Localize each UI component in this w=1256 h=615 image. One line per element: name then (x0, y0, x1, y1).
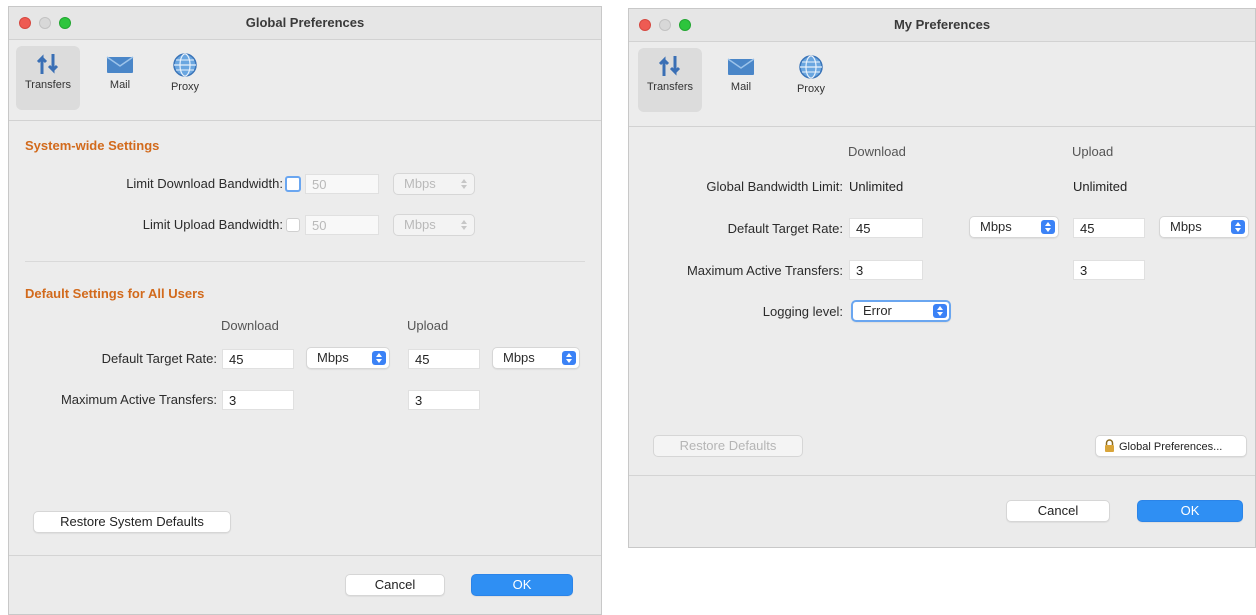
mail-icon (106, 56, 134, 73)
select-value: Mbps (404, 176, 436, 191)
max-transfers-upload-field[interactable]: 3 (1073, 260, 1145, 280)
mail-icon (727, 58, 755, 75)
default-target-rate-label: Default Target Rate: (727, 221, 843, 236)
select-value: Mbps (317, 350, 349, 365)
select-stepper-icon (372, 351, 386, 365)
download-column-header: Download (221, 318, 279, 333)
target-rate-upload-unit-select[interactable]: Mbps (492, 347, 580, 369)
select-stepper-icon (457, 218, 471, 232)
my-preferences-window: My Preferences Transfers Mail Proxy Down… (628, 8, 1256, 548)
preferences-toolbar: Transfers Mail Proxy (9, 40, 601, 116)
toolbar-tab-label: Proxy (170, 81, 200, 93)
system-wide-settings-heading: System-wide Settings (25, 138, 160, 153)
global-bandwidth-limit-label: Global Bandwidth Limit: (706, 179, 843, 194)
limit-upload-field[interactable]: 50 (305, 215, 379, 235)
target-rate-upload-field[interactable]: 45 (408, 349, 480, 369)
global-limit-download-value: Unlimited (849, 179, 904, 194)
default-target-rate-label: Default Target Rate: (101, 351, 217, 366)
toolbar-tab-proxy[interactable]: Proxy (153, 46, 217, 110)
download-column-header: Download (848, 144, 906, 159)
select-stepper-icon (562, 351, 576, 365)
toolbar-tab-label: Transfers (646, 81, 694, 93)
select-stepper-icon (457, 177, 471, 191)
dialog-button-bar: Cancel OK (629, 475, 1255, 547)
toolbar-tab-transfers[interactable]: Transfers (638, 48, 702, 112)
select-value: Mbps (980, 219, 1012, 234)
title-bar: Global Preferences (9, 7, 601, 40)
logging-level-select[interactable]: Error (851, 300, 951, 322)
max-active-transfers-label: Maximum Active Transfers: (60, 392, 217, 407)
select-value: Mbps (503, 350, 535, 365)
target-rate-upload-unit-select[interactable]: Mbps (1159, 216, 1249, 238)
select-value: Mbps (1170, 219, 1202, 234)
target-rate-download-field[interactable]: 45 (849, 218, 923, 238)
toolbar-divider (629, 126, 1255, 127)
upload-column-header: Upload (407, 318, 449, 333)
lock-icon (1105, 439, 1114, 452)
global-preferences-window: Global Preferences Transfers Mail Proxy … (8, 6, 602, 615)
logging-level-label: Logging level: (762, 304, 843, 319)
ok-button[interactable]: OK (471, 574, 573, 596)
global-preferences-label: Global Preferences... (1119, 441, 1223, 453)
preferences-toolbar: Transfers Mail Proxy (629, 42, 1255, 118)
limit-download-label: Limit Download Bandwidth: (126, 176, 283, 191)
limit-download-unit-select[interactable]: Mbps (393, 173, 475, 195)
select-value: Error (863, 303, 892, 318)
max-transfers-download-field[interactable]: 3 (849, 260, 923, 280)
cancel-button[interactable]: Cancel (1006, 500, 1110, 522)
default-settings-heading: Default Settings for All Users (25, 286, 205, 301)
toolbar-tab-mail[interactable]: Mail (709, 48, 773, 112)
window-title: Global Preferences (245, 15, 365, 30)
upload-column-header: Upload (1072, 144, 1114, 159)
target-rate-download-field[interactable]: 45 (222, 349, 294, 369)
window-title: My Preferences (893, 17, 991, 32)
limit-upload-unit-select[interactable]: Mbps (393, 214, 475, 236)
target-rate-download-unit-select[interactable]: Mbps (306, 347, 390, 369)
limit-download-checkbox[interactable] (285, 176, 301, 192)
section-divider (25, 261, 585, 262)
max-transfers-upload-field[interactable]: 3 (408, 390, 480, 410)
global-preferences-button[interactable]: Global Preferences... (1095, 435, 1247, 457)
select-value: Mbps (404, 217, 436, 232)
transfers-icon (36, 54, 59, 74)
title-bar: My Preferences (629, 9, 1255, 42)
max-transfers-download-field[interactable]: 3 (222, 390, 294, 410)
toolbar-tab-label: Mail (109, 79, 131, 91)
select-stepper-icon (1041, 220, 1055, 234)
toolbar-tab-transfers[interactable]: Transfers (16, 46, 80, 110)
transfers-icon (658, 56, 681, 76)
restore-system-defaults-button[interactable]: Restore System Defaults (33, 511, 231, 533)
global-limit-upload-value: Unlimited (1073, 179, 1128, 194)
toolbar-tab-label: Proxy (796, 83, 826, 95)
proxy-icon (799, 55, 823, 79)
select-stepper-icon (933, 304, 947, 318)
cancel-button[interactable]: Cancel (345, 574, 445, 596)
toolbar-divider (9, 120, 601, 121)
toolbar-tab-proxy[interactable]: Proxy (779, 48, 843, 112)
ok-button[interactable]: OK (1137, 500, 1243, 522)
max-active-transfers-label: Maximum Active Transfers: (686, 263, 843, 278)
target-rate-upload-field[interactable]: 45 (1073, 218, 1145, 238)
toolbar-tab-mail[interactable]: Mail (88, 46, 152, 110)
limit-upload-checkbox[interactable] (286, 218, 300, 232)
dialog-button-bar: Cancel OK (9, 555, 601, 614)
toolbar-tab-label: Mail (730, 81, 752, 93)
toolbar-tab-label: Transfers (24, 79, 72, 91)
target-rate-download-unit-select[interactable]: Mbps (969, 216, 1059, 238)
limit-download-field[interactable]: 50 (305, 174, 379, 194)
restore-defaults-button[interactable]: Restore Defaults (653, 435, 803, 457)
proxy-icon (173, 53, 197, 77)
select-stepper-icon (1231, 220, 1245, 234)
limit-upload-label: Limit Upload Bandwidth: (142, 217, 283, 232)
